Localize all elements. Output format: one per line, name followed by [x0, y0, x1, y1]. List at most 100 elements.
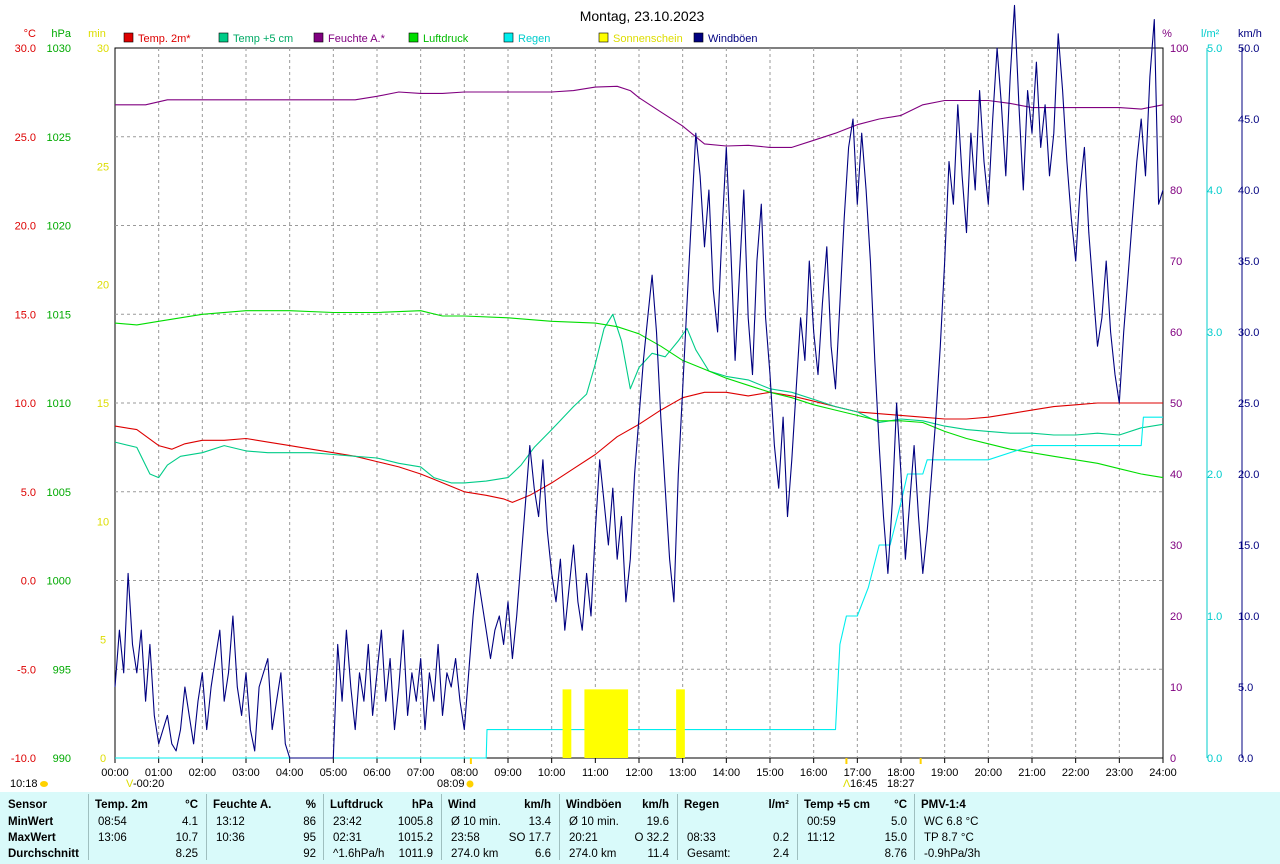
humidity-axis-tick-label: 70: [1170, 256, 1182, 268]
pressure-axis-tick-label: 1010: [47, 398, 71, 410]
stats-cell-value: 15.0: [884, 832, 907, 844]
pressure-axis-tick-label: 1020: [47, 221, 71, 233]
twilight-label: 18:27: [887, 778, 915, 790]
temp-axis-tick-label: -5.0: [17, 664, 36, 676]
x-tick-label: 20:00: [975, 767, 1003, 779]
rain-axis-tick-label: 3.0: [1207, 327, 1222, 339]
x-tick-label: 19:00: [931, 767, 959, 779]
x-tick-label: 14:00: [713, 767, 741, 779]
stats-cell-label: 00:59: [807, 816, 836, 828]
x-tick-label: 21:00: [1018, 767, 1046, 779]
stats-cell-label: 11:12: [807, 832, 835, 844]
legend-label: Sonnenschein: [613, 33, 683, 45]
stats-column-unit: °C: [894, 799, 907, 811]
stats-cell-value: 86: [303, 816, 316, 828]
legend-swatch: [218, 32, 229, 43]
stats-column-separator: [441, 794, 442, 860]
weather-chart: Montag, 23.10.2023 Temp. 2m* Temp +5 cm Fe…: [0, 0, 1280, 792]
pressure-axis-tick-label: 1000: [47, 576, 71, 588]
stats-cell-label: 02:31: [333, 832, 362, 844]
stats-cell-value: 1005.8: [397, 816, 433, 828]
stats-column-header: Luftdruck: [330, 799, 384, 811]
sun-axis-tick-label: 30: [97, 43, 109, 55]
stats-cell-value: 6.6: [535, 848, 551, 860]
rain-axis-tick-label: 2.0: [1207, 469, 1222, 481]
x-tick-label: 03:00: [232, 767, 260, 779]
rain-axis-tick-label: 0.0: [1207, 753, 1222, 765]
sunshine-bar: [562, 689, 572, 758]
x-tick-label: 00:00: [101, 767, 129, 779]
stats-column-separator: [323, 794, 324, 860]
stats-cell-label: Ø 10 min.: [451, 816, 501, 828]
stats-column-unit: km/h: [524, 799, 551, 811]
stats-column-separator: [797, 794, 798, 860]
stats-cell-label: 274.0 km: [569, 848, 617, 860]
stats-row-label: MinWert: [8, 816, 54, 828]
stats-cell-value: 4.1: [182, 816, 198, 828]
stats-cell-label: TP 8.7 °C: [924, 832, 974, 844]
stats-cell-value: 95: [303, 832, 316, 844]
sun-axis-tick-label: 10: [97, 516, 109, 528]
humidity-axis-tick-label: 0: [1170, 753, 1176, 765]
rain-axis-tick-label: 5.0: [1207, 43, 1222, 55]
temp-axis-tick-label: 15.0: [15, 309, 36, 321]
stats-cell-value: SO 17.7: [508, 832, 551, 844]
stats-row-label: MaxWert: [8, 832, 56, 844]
humidity-axis-tick-label: 100: [1170, 43, 1188, 55]
wind-axis-tick-label: 30.0: [1238, 327, 1259, 339]
x-tick-label: 24:00: [1149, 767, 1177, 779]
moon-icon: [40, 781, 48, 787]
x-tick-label: 11:00: [582, 767, 609, 779]
wind-axis-tick-label: 50.0: [1238, 43, 1259, 55]
stats-cell-label: 274.0 km: [451, 848, 499, 860]
stats-column-header: Temp +5 cm: [804, 799, 870, 811]
sunshine-bar: [676, 689, 685, 758]
humidity-axis-unit: %: [1162, 28, 1172, 40]
stats-cell-label: 10:36: [216, 832, 245, 844]
stats-cell-label: 08:33: [687, 832, 716, 844]
humidity-axis-tick-label: 20: [1170, 611, 1182, 623]
stats-cell-value: 2.4: [773, 848, 789, 860]
wind-axis-tick-label: 10.0: [1238, 611, 1259, 623]
sun-axis-tick-label: 5: [100, 635, 106, 647]
x-tick-label: 13:00: [669, 767, 697, 779]
stats-cell-label: 23:42: [333, 816, 362, 828]
stats-cell-value: 8.76: [884, 848, 907, 860]
sunset-label: 16:45: [850, 778, 878, 790]
rain-axis-unit: l/m²: [1201, 28, 1220, 40]
stats-column-header: Feuchte A.: [213, 799, 272, 811]
stats-column-header: PMV-1:4: [921, 799, 966, 811]
legend-swatch: [123, 32, 134, 43]
wind-axis-tick-label: 15.0: [1238, 540, 1259, 552]
legend-swatch: [503, 32, 514, 43]
temp-axis-tick-label: 10.0: [15, 398, 36, 410]
moonrise-label: 10:18: [10, 778, 38, 790]
wind-axis-tick-label: 5.0: [1238, 682, 1253, 694]
stats-row-label: Durchschnitt: [8, 848, 79, 860]
stats-cell-label: 13:12: [216, 816, 245, 828]
x-tick-label: 10:00: [538, 767, 566, 779]
temp-axis-unit: °C: [24, 28, 36, 40]
stats-cell-value: 19.6: [646, 816, 669, 828]
stats-cell-value: 13.4: [528, 816, 551, 828]
stats-cell-value: 5.0: [891, 816, 907, 828]
legend-label: Regen: [518, 33, 550, 45]
sunrise-label: 08:09: [437, 778, 465, 790]
humidity-axis-tick-label: 80: [1170, 185, 1182, 197]
humidity-axis-tick-label: 60: [1170, 327, 1182, 339]
wind-axis-tick-label: 0.0: [1238, 753, 1253, 765]
stats-cell-label: 20:21: [569, 832, 598, 844]
legend-label: Temp +5 cm: [233, 33, 293, 45]
legend-swatch: [408, 32, 419, 43]
humidity-axis-tick-label: 10: [1170, 682, 1182, 694]
temp-axis-tick-label: 5.0: [21, 487, 36, 499]
stats-cell-label: 23:58: [451, 832, 480, 844]
x-tick-label: 02:00: [189, 767, 217, 779]
sun-axis-unit: min: [88, 28, 106, 40]
stats-cell-value: 11.4: [647, 848, 669, 860]
wind-axis-unit: km/h: [1238, 28, 1262, 40]
legend-label: Windböen: [708, 33, 758, 45]
sun-axis-tick-label: 20: [97, 280, 109, 292]
x-tick-label: 16:00: [800, 767, 828, 779]
stats-cell-value: 8.25: [175, 848, 198, 860]
